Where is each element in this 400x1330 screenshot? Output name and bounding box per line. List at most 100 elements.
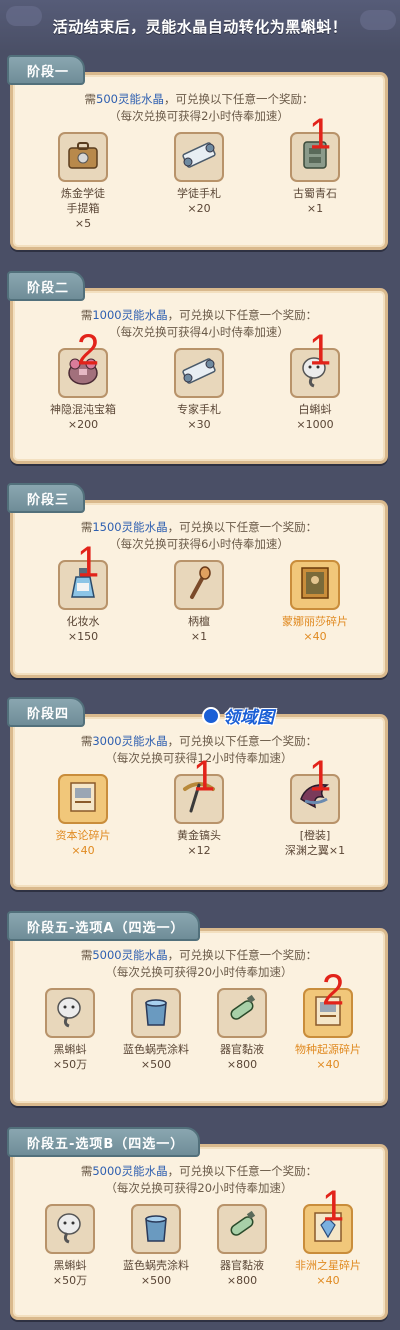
reward-quantity: ×40	[316, 1058, 340, 1071]
reward-item[interactable]: 学徒手札 ×20	[153, 132, 245, 231]
stage-requirement: 需5000灵能水晶，可兑换以下任意一个奖励：	[13, 1163, 385, 1180]
reward-quantity: ×20	[187, 202, 211, 215]
reward-quantity: ×1	[190, 630, 208, 643]
stage-title: 阶段二	[27, 280, 70, 296]
reward-quantity: ×500	[140, 1058, 172, 1071]
stage-panel: 阶段二 需1000灵能水晶，可兑换以下任意一个奖励： （每次兑换可获得4小时侍奉加速…	[7, 271, 388, 464]
handwritten-mark: 2	[322, 965, 345, 1015]
stage-panel: 阶段五-选项A（四选一） 需5000灵能水晶，可兑换以下任意一个奖励： （每次兑换可…	[7, 911, 388, 1106]
req-suffix: ，可兑换以下任意一个奖励：	[167, 1164, 318, 1178]
handwritten-mark: 1	[77, 537, 100, 587]
paint-bucket-icon	[138, 1209, 174, 1249]
reward-icon-frame	[217, 988, 267, 1038]
handwritten-mark: 2	[77, 325, 100, 375]
reward-name: 学徒手札	[177, 187, 221, 200]
reward-name: [橙装]	[299, 829, 331, 842]
tadpole-icon	[53, 994, 87, 1032]
reward-item[interactable]: 古蜀青石 ×1 1	[269, 112, 361, 231]
reward-list: 黑蝌蚪 ×50万 蓝色蜗壳涂料 ×500 器官黏液 ×800 非洲之星碎片 ×40 1	[13, 1184, 385, 1288]
stage-requirement: 需5000灵能水晶，可兑换以下任意一个奖励：	[13, 947, 385, 964]
reward-item[interactable]: 黄金镐头 ×12 1	[153, 754, 245, 858]
stage-panel: 阶段一 需500灵能水晶，可兑换以下任意一个奖励： （每次兑换可获得2小时侍奉加速）…	[7, 55, 388, 250]
reward-name: 蓝色蜗壳涂料	[123, 1259, 189, 1272]
reward-item[interactable]: 炼金学徒 手提箱 ×5	[37, 132, 129, 231]
reward-name: 黄金镐头	[177, 829, 221, 842]
reward-icon-frame	[58, 132, 108, 182]
handwritten-mark: 1	[322, 1181, 345, 1231]
reward-name: 黑蝌蚪	[53, 1259, 87, 1272]
stage-panel: 阶段三 需1500灵能水晶，可兑换以下任意一个奖励： （每次兑换可获得6小时侍奉加速…	[7, 483, 388, 678]
reward-item[interactable]: 白蝌蚪 ×1000 1	[269, 328, 361, 432]
torch-icon	[184, 565, 214, 605]
reward-quantity: ×800	[226, 1058, 258, 1071]
banner-text: 活动结束后，灵能水晶自动转化为黑蝌蚪！	[52, 17, 348, 36]
reward-list: 炼金学徒 手提箱 ×5 学徒手札 ×20 古蜀青石 ×1 1	[13, 112, 385, 231]
reward-icon-frame	[131, 988, 181, 1038]
paint-bucket-icon	[138, 993, 174, 1033]
reward-name: 化妆水	[66, 615, 100, 628]
req-prefix: 需	[84, 92, 97, 106]
reward-item[interactable]: 器官黏液 ×800	[206, 1204, 278, 1288]
reward-icon-frame	[217, 1204, 267, 1254]
reward-icon-frame	[58, 774, 108, 824]
reward-icon-frame	[45, 1204, 95, 1254]
req-amount: 1000灵能水晶	[92, 308, 168, 322]
stage-tab: 阶段三	[7, 483, 86, 513]
req-prefix: 需	[80, 734, 93, 748]
reward-item[interactable]: 黑蝌蚪 ×50万	[34, 988, 106, 1072]
reward-item[interactable]: 柄檀 ×1	[153, 560, 245, 644]
stage-panel: 阶段四 需3000灵能水晶，可兑换以下任意一个奖励： （每次兑换可获得12小时侍奉加…	[7, 697, 388, 890]
reward-name: 蒙娜丽莎碎片	[282, 615, 348, 628]
cloud-decoration	[360, 10, 396, 30]
reward-item[interactable]: 器官黏液 ×800	[206, 988, 278, 1072]
stage-requirement: 需1000灵能水晶，可兑换以下任意一个奖励：	[13, 307, 385, 324]
stage-tab: 阶段二	[7, 271, 86, 301]
reward-icon-frame	[174, 348, 224, 398]
watermark: 领域图	[202, 703, 274, 728]
req-suffix: ，可兑换以下任意一个奖励：	[167, 734, 318, 748]
req-suffix: ，可兑换以下任意一个奖励：	[167, 948, 318, 962]
reward-item[interactable]: [橙装] 深渊之翼×1 1	[269, 754, 361, 858]
reward-item[interactable]: 专家手札 ×30	[153, 348, 245, 432]
stage-requirement: 需3000灵能水晶，可兑换以下任意一个奖励：	[13, 733, 385, 750]
reward-quantity: ×50万	[52, 1274, 88, 1287]
req-suffix: ，可兑换以下任意一个奖励：	[167, 308, 318, 322]
reward-icon-frame	[174, 560, 224, 610]
reward-quantity: ×40	[303, 630, 327, 643]
stage-requirement: 需1500灵能水晶，可兑换以下任意一个奖励：	[13, 519, 385, 536]
reward-name: 资本论碎片	[55, 829, 111, 842]
briefcase-icon	[66, 140, 100, 174]
reward-list: 黑蝌蚪 ×50万 蓝色蜗壳涂料 ×500 器官黏液 ×800 物种起源碎片 ×40 2	[13, 968, 385, 1072]
stage-requirement: 需500灵能水晶，可兑换以下任意一个奖励：	[13, 91, 385, 108]
tadpole-icon	[53, 1210, 87, 1248]
watermark-logo-icon	[202, 706, 220, 725]
painting-icon	[298, 565, 332, 605]
reward-quantity: ×40	[316, 1274, 340, 1287]
reward-item[interactable]: 物种起源碎片 ×40 2	[292, 968, 364, 1072]
watermark-text: 领域图	[223, 708, 274, 728]
reward-item[interactable]: 化妆水 ×150 1	[37, 540, 129, 644]
req-prefix: 需	[80, 308, 93, 322]
req-amount: 1500灵能水晶	[92, 520, 168, 534]
reward-item[interactable]: 蒙娜丽莎碎片 ×40	[269, 560, 361, 644]
reward-list: 资本论碎片 ×40 黄金镐头 ×12 1 [橙装] 深渊之翼×1 1	[13, 754, 385, 858]
reward-item[interactable]: 黑蝌蚪 ×50万	[34, 1204, 106, 1288]
stage-title: 阶段四	[27, 706, 70, 722]
reward-name: 物种起源碎片	[295, 1043, 361, 1056]
reward-item[interactable]: 蓝色蜗壳涂料 ×500	[120, 1204, 192, 1288]
stage-title: 阶段一	[27, 64, 70, 80]
stage-panel: 阶段五-选项B（四选一） 需5000灵能水晶，可兑换以下任意一个奖励： （每次兑换可…	[7, 1127, 388, 1320]
vial-icon	[224, 1209, 260, 1249]
handwritten-mark: 1	[193, 751, 216, 801]
reward-item[interactable]: 非洲之星碎片 ×40 1	[292, 1184, 364, 1288]
reward-name-line2: 手提箱	[66, 202, 100, 215]
req-amount: 500灵能水晶	[96, 92, 164, 106]
reward-name: 白蝌蚪	[298, 403, 332, 416]
reward-name: 神隐混沌宝箱	[50, 403, 116, 416]
reward-quantity: ×500	[140, 1274, 172, 1287]
reward-list: 化妆水 ×150 1 柄檀 ×1 蒙娜丽莎碎片 ×40	[13, 540, 385, 644]
reward-item[interactable]: 资本论碎片 ×40	[37, 774, 129, 858]
reward-item[interactable]: 蓝色蜗壳涂料 ×500	[120, 988, 192, 1072]
scroll-icon	[180, 356, 218, 390]
reward-item[interactable]: 神隐混沌宝箱 ×200 2	[37, 328, 129, 432]
